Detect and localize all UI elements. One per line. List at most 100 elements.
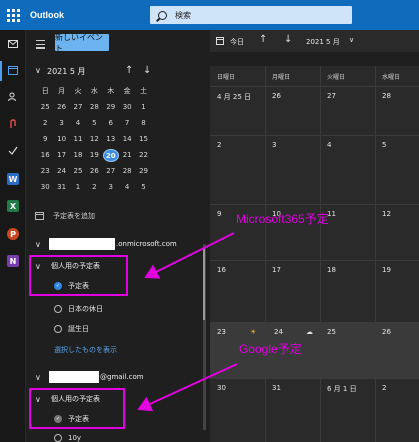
collapse-chevron-icon[interactable]: ∨ [35,66,41,75]
mini-calendar-day[interactable]: 28 [119,167,135,175]
day-cell-date[interactable]: 4 [327,141,331,149]
mini-calendar-day[interactable]: 13 [103,135,119,143]
day-cell-date[interactable]: 6 月 1 日 [327,384,357,394]
mini-calendar-day[interactable]: 20 [102,148,119,162]
new-event-button[interactable]: 新しいイベント [55,33,109,53]
day-cell-date[interactable]: 27 [327,92,336,100]
unchecked-circle-icon[interactable] [54,305,62,313]
account-gmail[interactable]: ∨ @gmail.com [35,370,210,384]
today-button[interactable]: 今日 [230,37,244,47]
day-cell-date[interactable]: 17 [272,266,281,274]
mini-calendar-day[interactable]: 18 [70,151,86,159]
mini-calendar-day[interactable]: 28 [86,103,102,111]
hamburger-menu-icon[interactable] [36,40,45,51]
next-arrow-icon[interactable]: ↓ [284,34,292,45]
calendar-icon[interactable] [7,64,19,76]
todo-icon[interactable] [7,145,19,157]
mini-calendar-day[interactable]: 19 [86,151,102,159]
calendar-item-10y[interactable]: 10y [54,434,81,442]
mini-calendar-day[interactable]: 4 [70,119,86,127]
day-cell-date[interactable]: 18 [327,266,336,274]
mini-calendar-day[interactable]: 8 [135,119,151,127]
next-month-arrow-icon[interactable]: ↓ [143,65,151,76]
mini-calendar-day[interactable]: 5 [135,183,151,191]
calendar-item-japan-holidays[interactable]: 日本の休日 [54,304,103,314]
mini-calendar-day[interactable]: 3 [103,183,119,191]
mini-calendar-day[interactable]: 7 [119,119,135,127]
collapse-chevron-icon[interactable]: ∨ [35,240,49,249]
day-cell-date[interactable]: 25 [327,328,336,336]
mini-calendar-day[interactable]: 4 [119,183,135,191]
day-cell-date[interactable]: 4 月 25 日 [217,92,251,102]
app-launcher-icon[interactable] [0,0,26,30]
mini-calendar-day[interactable]: 22 [135,151,151,159]
mini-calendar-day[interactable]: 2 [86,183,102,191]
mini-calendar-day[interactable]: 2 [37,119,53,127]
add-calendar-link[interactable]: 予定表を追加 [35,211,95,221]
day-cell-date[interactable]: 30 [217,384,226,392]
mini-calendar-day[interactable]: 30 [37,183,53,191]
day-cell-date[interactable]: 26 [272,92,281,100]
mini-calendar-day[interactable]: 31 [53,183,69,191]
day-cell-date[interactable]: 3 [272,141,276,149]
show-selected-link[interactable]: 選択したものを表示 [54,345,117,355]
unchecked-circle-icon[interactable] [54,325,62,333]
mini-calendar-day[interactable]: 17 [53,151,69,159]
mini-calendar-day[interactable]: 1 [135,103,151,111]
mini-calendar-day[interactable]: 25 [70,167,86,175]
day-cell-date[interactable]: 5 [382,141,386,149]
collapse-chevron-icon[interactable]: ∨ [35,373,49,382]
mini-calendar-day[interactable]: 26 [53,103,69,111]
mini-calendar-day[interactable]: 1 [70,183,86,191]
day-cell-date[interactable]: 12 [382,210,391,218]
mini-calendar-day[interactable]: 24 [53,167,69,175]
day-cell-date[interactable]: 24 [274,328,283,336]
previous-month-arrow-icon[interactable]: ↑ [125,65,133,76]
mini-calendar-day[interactable]: 23 [37,167,53,175]
mini-calendar-day[interactable]: 10 [53,135,69,143]
search-input[interactable]: 検索 [150,6,352,24]
word-icon[interactable]: W [7,173,19,185]
onenote-icon[interactable]: N [7,255,19,267]
day-cell-date[interactable]: 2 [382,384,386,392]
excel-icon[interactable]: X [7,200,19,212]
mini-calendar-day[interactable]: 6 [103,119,119,127]
mini-calendar-day[interactable]: 29 [135,167,151,175]
account-ms365[interactable]: ∨ .onmicrosoft.com [35,237,210,251]
mini-calendar-day[interactable]: 30 [119,103,135,111]
people-icon[interactable] [7,91,19,103]
current-month-label[interactable]: 2021 5 月 [306,37,340,47]
mini-calendar-day[interactable]: 29 [103,103,119,111]
mini-calendar-day[interactable]: 16 [37,151,53,159]
mini-calendar-day[interactable]: 25 [37,103,53,111]
mini-calendar-day[interactable]: 27 [70,103,86,111]
mini-calendar-day[interactable]: 11 [70,135,86,143]
day-cell-date[interactable]: 23 [217,328,226,336]
unchecked-circle-icon[interactable] [54,434,62,442]
pane-scrollbar-thumb[interactable] [203,248,205,320]
mini-calendar-day[interactable]: 3 [53,119,69,127]
mini-calendar-day[interactable]: 9 [37,135,53,143]
powerpoint-icon[interactable]: P [7,228,19,240]
attach-icon[interactable] [7,118,19,130]
month-dropdown-chevron-icon[interactable]: ∨ [349,36,354,44]
mini-calendar-day[interactable]: 12 [86,135,102,143]
day-cell-date[interactable]: 9 [217,210,221,218]
day-cell-date[interactable]: 2 [217,141,221,149]
day-cell-date[interactable]: 19 [382,266,391,274]
calendar-item-birthdays[interactable]: 誕生日 [54,324,89,334]
mini-calendar-day[interactable]: 21 [119,151,135,159]
mail-icon[interactable] [7,38,19,50]
day-cell-date[interactable]: 26 [382,328,391,336]
mini-calendar-day[interactable]: 15 [135,135,151,143]
mini-calendar-day[interactable]: 27 [103,167,119,175]
day-cell-date[interactable]: 28 [382,92,391,100]
mini-calendar-month[interactable]: 2021 5 月 [47,66,86,77]
mini-calendar-day[interactable]: 14 [119,135,135,143]
today-icon[interactable] [216,37,224,45]
mini-calendar-day[interactable]: 26 [86,167,102,175]
mini-calendar-day[interactable]: 5 [86,119,102,127]
day-cell-date[interactable]: 16 [217,266,226,274]
previous-arrow-icon[interactable]: ↑ [259,34,267,45]
day-cell-date[interactable]: 31 [272,384,281,392]
